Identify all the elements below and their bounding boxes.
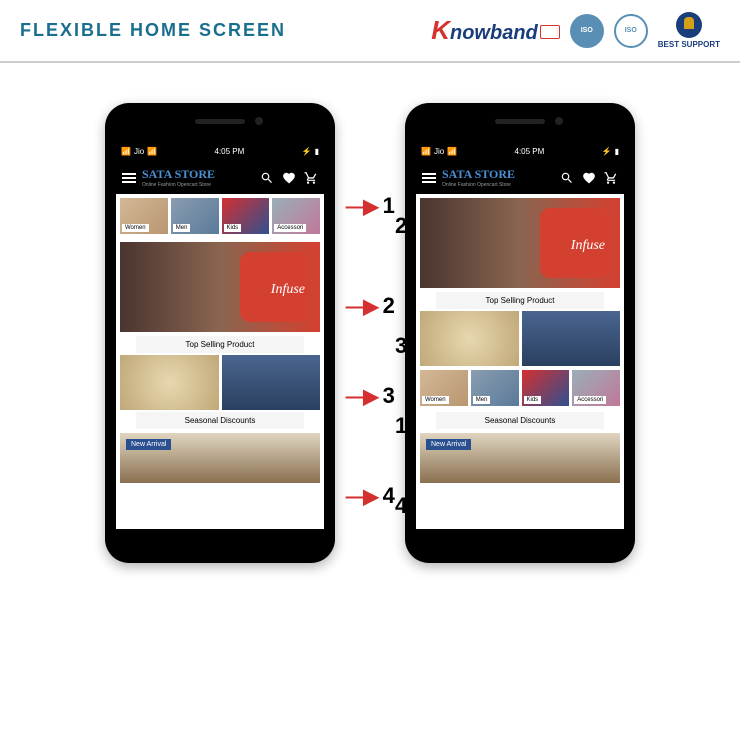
product-row: [116, 355, 324, 410]
pointer: ––▶4: [345, 483, 395, 509]
page-header: FLEXIBLE HOME SCREEN Knowband ISO ISO BE…: [0, 0, 740, 63]
app-screen-left: SATA STORE Online Fashion Opencart Store…: [115, 160, 325, 530]
category-item[interactable]: Men: [471, 370, 519, 406]
bluetooth-icon: ⚡: [302, 147, 312, 156]
category-item[interactable]: Accessori: [572, 370, 620, 406]
seasonal-banner[interactable]: New Arrival: [420, 433, 620, 483]
cart-icon: [540, 25, 560, 39]
phones-container: 📶 Jio 📶 4:05 PM ⚡ ▮ SATA STORE Online Fa…: [0, 63, 740, 603]
hero-banner[interactable]: Infuse: [420, 198, 620, 288]
battery-icon: ▮: [315, 147, 319, 156]
arrow-right-icon: ––▶: [345, 484, 377, 509]
phone-left: 📶 Jio 📶 4:05 PM ⚡ ▮ SATA STORE Online Fa…: [105, 103, 335, 563]
categories-section: Women Men Kids Accessori: [416, 366, 624, 410]
seasonal-title: Seasonal Discounts: [136, 412, 304, 429]
wifi-icon: 📶: [147, 147, 157, 156]
category-item[interactable]: Women: [420, 370, 468, 406]
phone-right: 📶 Jio 📶 4:05 PM ⚡ ▮ SATA STORE Online Fa…: [405, 103, 635, 563]
carrier-label: Jio: [434, 147, 444, 156]
page-title: FLEXIBLE HOME SCREEN: [20, 20, 286, 41]
category-item[interactable]: Kids: [222, 198, 270, 234]
product-row: [416, 311, 624, 366]
category-item[interactable]: Accessori: [272, 198, 320, 234]
store-title: SATA STORE Online Fashion Opencart Store: [436, 167, 560, 188]
product-item[interactable]: [522, 311, 621, 366]
heart-icon[interactable]: [582, 171, 596, 185]
app-header: SATA STORE Online Fashion Opencart Store: [116, 161, 324, 194]
trophy-icon: [676, 12, 702, 38]
menu-icon[interactable]: [422, 173, 436, 183]
search-icon[interactable]: [260, 171, 274, 185]
clock-label: 4:05 PM: [215, 147, 245, 156]
top-selling-title: Top Selling Product: [136, 336, 304, 353]
category-item[interactable]: Kids: [522, 370, 570, 406]
menu-icon[interactable]: [122, 173, 136, 183]
cart-icon[interactable]: [604, 171, 618, 185]
app-header: SATA STORE Online Fashion Opencart Store: [416, 161, 624, 194]
phone-wrapper-left: 📶 Jio 📶 4:05 PM ⚡ ▮ SATA STORE Online Fa…: [105, 103, 335, 563]
iso-badge-1: ISO: [570, 14, 604, 48]
cart-icon[interactable]: [304, 171, 318, 185]
arrow-right-icon: ––▶: [345, 194, 377, 219]
product-item[interactable]: [222, 355, 321, 410]
bluetooth-icon: ⚡: [602, 147, 612, 156]
signal-icon: 📶: [421, 147, 431, 156]
signal-icon: 📶: [121, 147, 131, 156]
new-arrival-badge: New Arrival: [126, 439, 171, 450]
pointer: ––▶1: [345, 193, 395, 219]
knowband-logo: Knowband: [431, 15, 560, 46]
product-item[interactable]: [120, 355, 219, 410]
status-bar: 📶 Jio 📶 4:05 PM ⚡ ▮: [115, 143, 325, 160]
new-arrival-badge: New Arrival: [426, 439, 471, 450]
logo-group: Knowband ISO ISO BEST SUPPORT: [431, 12, 720, 49]
pointer: ––▶2: [345, 293, 395, 319]
clock-label: 4:05 PM: [515, 147, 545, 156]
seasonal-title: Seasonal Discounts: [436, 412, 604, 429]
arrow-right-icon: ––▶: [345, 294, 377, 319]
heart-icon[interactable]: [282, 171, 296, 185]
carrier-label: Jio: [134, 147, 144, 156]
wifi-icon: 📶: [447, 147, 457, 156]
categories-section: Women Men Kids Accessori: [116, 194, 324, 238]
phone-wrapper-right: ◀––2 ◀––3 ◀––1 ◀––4 📶 Jio 📶 4:05 PM ⚡ ▮: [405, 103, 635, 563]
app-screen-right: SATA STORE Online Fashion Opencart Store…: [415, 160, 625, 530]
arrow-right-icon: ––▶: [345, 384, 377, 409]
iso-badge-2: ISO: [614, 14, 648, 48]
pointer: ––▶3: [345, 383, 395, 409]
category-item[interactable]: Women: [120, 198, 168, 234]
seasonal-banner[interactable]: New Arrival: [120, 433, 320, 483]
support-badge: BEST SUPPORT: [658, 12, 720, 49]
category-item[interactable]: Men: [171, 198, 219, 234]
product-item[interactable]: [420, 311, 519, 366]
store-title: SATA STORE Online Fashion Opencart Store: [136, 167, 260, 188]
top-selling-title: Top Selling Product: [436, 292, 604, 309]
hero-banner[interactable]: Infuse: [120, 242, 320, 332]
battery-icon: ▮: [615, 147, 619, 156]
search-icon[interactable]: [560, 171, 574, 185]
status-bar: 📶 Jio 📶 4:05 PM ⚡ ▮: [415, 143, 625, 160]
